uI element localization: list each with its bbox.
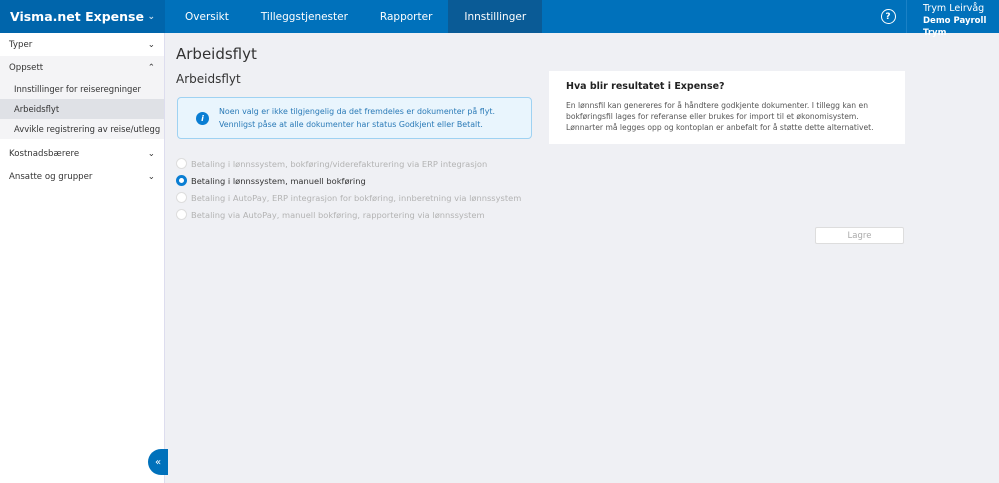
help-icon: ? — [880, 9, 896, 24]
user-name: Trym Leirvåg — [923, 3, 985, 14]
sidebar-item-label: Oppsett — [9, 62, 44, 73]
radio-label: Betaling i lønnssystem, manuell bokførin… — [191, 175, 366, 186]
chevron-down-icon: ⌄ — [147, 39, 155, 50]
sidebar-subitem-arbeidsflyt[interactable]: Arbeidsflyt — [0, 99, 164, 119]
radio-option-2[interactable]: Betaling i lønnssystem, manuell bokførin… — [176, 172, 521, 189]
tab-innstillinger[interactable]: Innstillinger — [448, 0, 543, 33]
page-title: Arbeidsflyt — [176, 45, 257, 63]
card-text: En lønnsfil kan genereres for å håndtere… — [566, 101, 874, 132]
radio-label: Betaling i lønnssystem, bokføring/videre… — [191, 158, 488, 169]
sidebar-item-oppsett[interactable]: Oppsett ⌃ — [0, 56, 164, 79]
chevron-down-icon: ⌄ — [147, 171, 155, 182]
tab-rapporter[interactable]: Rapporter — [364, 0, 448, 33]
app-switcher[interactable]: Visma.net Expense ⌄ — [0, 0, 165, 33]
workflow-options: Betaling i lønnssystem, bokføring/videre… — [176, 155, 521, 223]
sidebar-item-typer[interactable]: Typer ⌄ — [0, 33, 164, 56]
double-chevron-left-icon: « — [154, 456, 162, 468]
user-menu[interactable]: Trym Leirvåg Demo Payroll Trym — [906, 0, 999, 38]
collapse-sidebar-button[interactable]: « — [148, 449, 168, 475]
tab-tilleggstjenester[interactable]: Tilleggstjenester — [245, 0, 364, 33]
chevron-down-icon: ⌄ — [147, 11, 155, 22]
radio-label: Betaling via AutoPay, manuell bokføring,… — [191, 209, 485, 220]
radio-circle-icon — [176, 158, 187, 169]
app-title: Visma.net Expense — [10, 9, 144, 24]
radio-option-1[interactable]: Betaling i lønnssystem, bokføring/videre… — [176, 155, 521, 172]
top-bar: Visma.net Expense ⌄ Oversikt Tilleggstjen… — [0, 0, 999, 38]
user-org: Demo Payroll Trym — [923, 16, 987, 38]
card-title: Hva blir resultatet i Expense? — [566, 81, 725, 92]
save-button[interactable]: Lagre — [815, 227, 904, 244]
radio-selected-icon — [176, 175, 187, 186]
radio-circle-icon — [176, 209, 187, 220]
radio-label: Betaling i AutoPay, ERP integrasjon for … — [191, 192, 522, 203]
chevron-up-icon: ⌃ — [147, 62, 155, 73]
chevron-down-icon: ⌄ — [147, 148, 155, 159]
radio-circle-icon — [176, 192, 187, 203]
radio-option-4[interactable]: Betaling via AutoPay, manuell bokføring,… — [176, 206, 521, 223]
sidebar-item-ansatte[interactable]: Ansatte og grupper ⌄ — [0, 165, 164, 188]
sidebar-item-label: Kostnadsbærere — [9, 148, 80, 159]
result-info-card: Hva blir resultatet i Expense? En lønnsf… — [549, 71, 905, 144]
info-icon: i — [196, 111, 209, 125]
sidebar: Typer ⌄ Oppsett ⌃ Innstillinger for reiser… — [0, 33, 165, 483]
sidebar-item-kostnadsbaerere[interactable]: Kostnadsbærere ⌄ — [0, 142, 164, 165]
sidebar-subitem-reiseregninger[interactable]: Innstillinger for reiseregninger — [0, 79, 164, 99]
info-alert: i Noen valg er ikke tilgjengelig da det … — [177, 97, 532, 139]
info-text: Noen valg er ikke tilgjengelig da det fr… — [219, 107, 495, 129]
tab-oversikt[interactable]: Oversikt — [169, 0, 245, 33]
help-button[interactable]: ? — [870, 0, 906, 33]
section-title: Arbeidsflyt — [176, 72, 241, 86]
radio-option-3[interactable]: Betaling i AutoPay, ERP integrasjon for … — [176, 189, 521, 206]
sidebar-item-label: Ansatte og grupper — [9, 171, 93, 182]
sidebar-subitem-avvikle[interactable]: Avvikle registrering av reise/utlegg — [0, 119, 164, 139]
sidebar-item-label: Typer — [9, 39, 33, 50]
